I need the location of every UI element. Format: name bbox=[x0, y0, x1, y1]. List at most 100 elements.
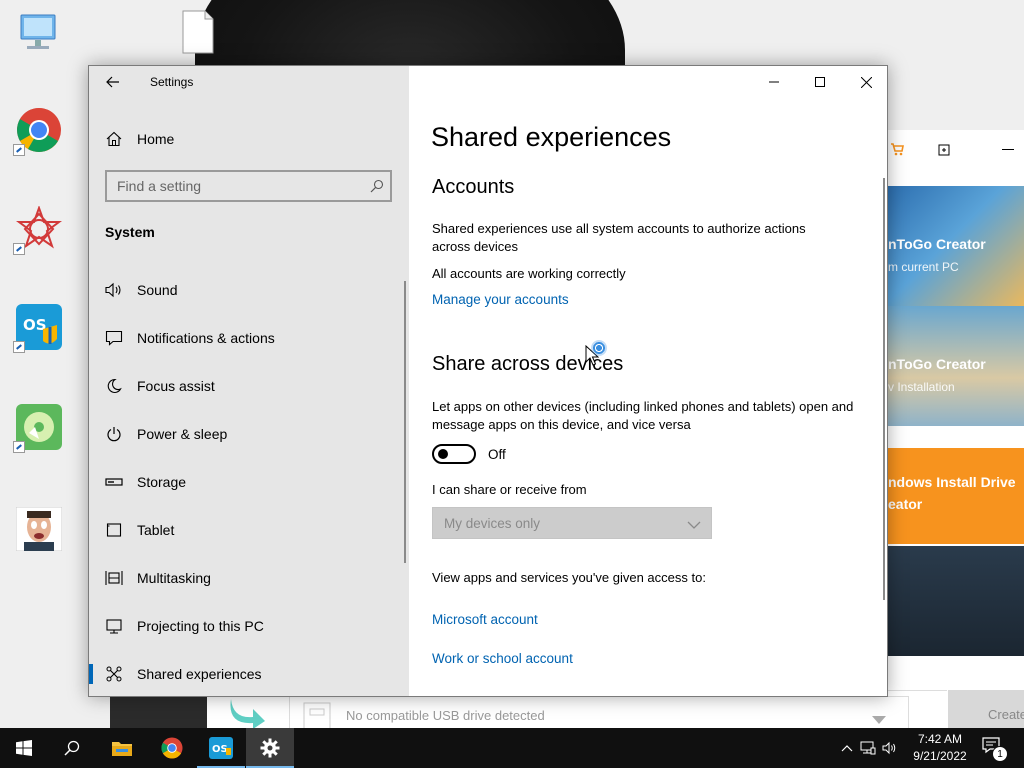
start-button[interactable] bbox=[0, 728, 48, 768]
wintogo-taskbar-button[interactable]: OS bbox=[197, 728, 245, 768]
nav-home-label: Home bbox=[137, 131, 175, 147]
storage-icon bbox=[105, 473, 123, 491]
chrome-icon bbox=[161, 737, 183, 759]
shortcut-arrow-icon bbox=[13, 341, 25, 353]
settings-window: Settings Home System Sound bbox=[88, 65, 888, 697]
action-center-button[interactable]: 1 bbox=[982, 736, 1008, 762]
share-across-devices-description: Let apps on other devices (including lin… bbox=[432, 399, 854, 432]
accounts-heading: Accounts bbox=[432, 176, 515, 198]
nav-item-label: Focus assist bbox=[137, 378, 215, 394]
nav-item-label: Shared experiences bbox=[137, 666, 262, 682]
search-box[interactable] bbox=[105, 170, 392, 202]
tile-title: nToGo Creator bbox=[888, 236, 986, 252]
work-school-account-link[interactable]: Work or school account bbox=[432, 651, 573, 666]
tile-title: nToGo Creator bbox=[888, 356, 986, 372]
toggle-state-label: Off bbox=[488, 447, 506, 462]
notification-count-badge: 1 bbox=[992, 746, 1008, 762]
chrome-taskbar-button[interactable] bbox=[148, 728, 196, 768]
search-icon bbox=[64, 740, 80, 756]
nav-item-label: Notifications & actions bbox=[137, 330, 275, 346]
volume-icon[interactable] bbox=[880, 741, 900, 755]
show-hidden-icons-chevron-icon[interactable] bbox=[838, 744, 856, 752]
back-arrow-icon bbox=[106, 76, 119, 88]
clock-time: 7:42 AM bbox=[917, 732, 963, 746]
nav-item-projecting[interactable]: Projecting to this PC bbox=[89, 602, 409, 650]
share-across-devices-toggle[interactable] bbox=[432, 444, 476, 464]
shared-experiences-icon bbox=[105, 665, 123, 683]
minimize-icon[interactable] bbox=[1002, 149, 1014, 150]
create-button[interactable]: Create bbox=[948, 690, 1024, 728]
content-scrollbar[interactable] bbox=[883, 178, 885, 600]
close-icon bbox=[860, 76, 872, 88]
nav-item-label: Storage bbox=[137, 474, 187, 490]
back-button[interactable] bbox=[97, 70, 129, 94]
maximize-button[interactable] bbox=[797, 66, 843, 98]
arrow-icon bbox=[227, 695, 267, 728]
nav-item-storage[interactable]: Storage bbox=[89, 458, 409, 506]
this-pc-desktop-icon[interactable] bbox=[15, 10, 63, 58]
shortcut-arrow-icon bbox=[13, 243, 25, 255]
page-title: Shared experiences bbox=[431, 122, 672, 152]
nav-list: Sound Notifications & actions Focus assi… bbox=[89, 266, 409, 696]
folder-icon bbox=[112, 742, 132, 756]
nav-item-shared-experiences[interactable]: Shared experiences bbox=[89, 650, 409, 696]
nav-item-label: Power & sleep bbox=[137, 426, 228, 442]
close-button[interactable] bbox=[843, 66, 887, 98]
network-icon[interactable] bbox=[856, 741, 880, 755]
minimize-button[interactable] bbox=[751, 66, 797, 98]
file-desktop-icon[interactable] bbox=[174, 8, 222, 56]
nav-item-label: Projecting to this PC bbox=[137, 618, 264, 634]
dropdown-value: My devices only bbox=[444, 516, 541, 531]
taskbar: OS 7:42 AM 9/21/2022 1 bbox=[0, 728, 1024, 768]
nav-item-multitasking[interactable]: Multitasking bbox=[89, 554, 409, 602]
taskbar-clock[interactable]: 7:42 AM 9/21/2022 bbox=[905, 731, 975, 765]
nav-item-power-sleep[interactable]: Power & sleep bbox=[89, 410, 409, 458]
share-from-label: I can share or receive from bbox=[432, 482, 587, 497]
settings-content-pane: Shared experiences Accounts Shared exper… bbox=[409, 66, 887, 696]
search-input[interactable] bbox=[107, 172, 390, 200]
search-icon[interactable] bbox=[370, 179, 384, 198]
svg-text:OS: OS bbox=[212, 744, 228, 755]
window-title: Settings bbox=[150, 75, 194, 89]
multitasking-icon bbox=[105, 569, 123, 587]
nav-item-sound[interactable]: Sound bbox=[89, 266, 409, 314]
tile-subtitle: eator bbox=[888, 496, 923, 512]
wintogo-current-pc-tile[interactable]: nToGo Creator m current PC bbox=[888, 186, 1024, 306]
chrome-desktop-icon[interactable] bbox=[13, 106, 63, 156]
manage-accounts-link[interactable]: Manage your accounts bbox=[432, 292, 569, 307]
nav-home[interactable]: Home bbox=[105, 128, 174, 150]
wintogo-desktop-icon[interactable]: OS bbox=[13, 303, 63, 353]
nav-item-label: Multitasking bbox=[137, 570, 211, 586]
shortcut-arrow-icon bbox=[13, 441, 25, 453]
nav-item-tablet[interactable]: Tablet bbox=[89, 506, 409, 554]
restore-icon[interactable] bbox=[938, 143, 950, 161]
wintogo-icon: OS bbox=[209, 737, 233, 759]
settings-taskbar-button[interactable] bbox=[246, 728, 294, 768]
access-label: View apps and services you've given acce… bbox=[432, 570, 706, 585]
nav-scrollbar[interactable] bbox=[404, 281, 406, 563]
busy-spinner-icon bbox=[591, 340, 607, 356]
shortcut-arrow-icon bbox=[13, 144, 25, 156]
install-drive-creator-tile[interactable]: ndows Install Drive eator bbox=[888, 448, 1024, 544]
speaker-icon bbox=[105, 281, 123, 299]
window-controls bbox=[751, 66, 887, 98]
disc-tool-desktop-icon[interactable] bbox=[13, 403, 63, 453]
accounts-description: Shared experiences use all system accoun… bbox=[432, 221, 806, 254]
nav-section-title: System bbox=[105, 224, 155, 240]
wintogo-new-install-tile[interactable]: nToGo Creator v Installation bbox=[888, 306, 1024, 426]
nav-item-focus-assist[interactable]: Focus assist bbox=[89, 362, 409, 410]
windows-logo-icon bbox=[16, 740, 32, 756]
search-button[interactable] bbox=[48, 728, 96, 768]
projector-icon bbox=[105, 617, 123, 635]
photo-desktop-icon[interactable] bbox=[15, 505, 63, 553]
mathematica-desktop-icon[interactable] bbox=[13, 205, 63, 255]
nav-item-notifications[interactable]: Notifications & actions bbox=[89, 314, 409, 362]
home-icon bbox=[105, 131, 123, 147]
cart-icon[interactable] bbox=[890, 142, 904, 161]
file-explorer-taskbar-button[interactable] bbox=[98, 728, 146, 768]
settings-nav-pane: Settings Home System Sound bbox=[89, 66, 409, 696]
dark-tile[interactable] bbox=[888, 546, 1024, 656]
microsoft-account-link[interactable]: Microsoft account bbox=[432, 612, 538, 627]
share-from-dropdown[interactable]: My devices only bbox=[432, 507, 712, 539]
system-tray bbox=[838, 728, 900, 768]
